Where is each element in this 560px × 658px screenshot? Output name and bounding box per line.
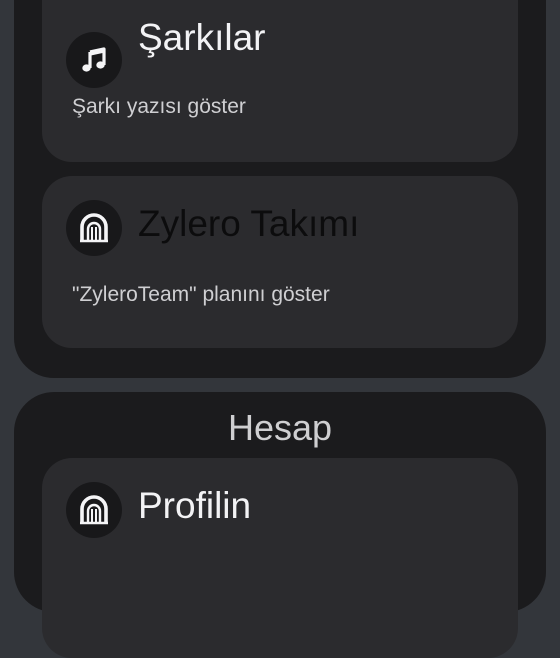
settings-group: Şarkılar Şarkı yazısı göster Zylero Takı… [14, 0, 546, 378]
team-option-title: Zylero Takımı [138, 203, 360, 244]
team-option-card[interactable]: Zylero Takımı "ZyleroTeam" planını göste… [42, 176, 518, 348]
team-option-subtitle: "ZyleroTeam" planını göster [72, 283, 330, 306]
arch-gate-icon [66, 482, 122, 538]
profile-option-title: Profilin [138, 485, 252, 526]
profile-option-card[interactable]: Profilin [42, 458, 518, 658]
arch-gate-icon [66, 200, 122, 256]
account-group: Hesap Profilin [14, 392, 546, 658]
account-section-title: Hesap [227, 407, 333, 448]
music-note-icon [66, 32, 122, 88]
songs-option-title: Şarkılar [138, 17, 266, 58]
songs-option-subtitle: Şarkı yazısı göster [72, 95, 246, 118]
songs-option-card[interactable]: Şarkılar Şarkı yazısı göster [42, 0, 518, 162]
